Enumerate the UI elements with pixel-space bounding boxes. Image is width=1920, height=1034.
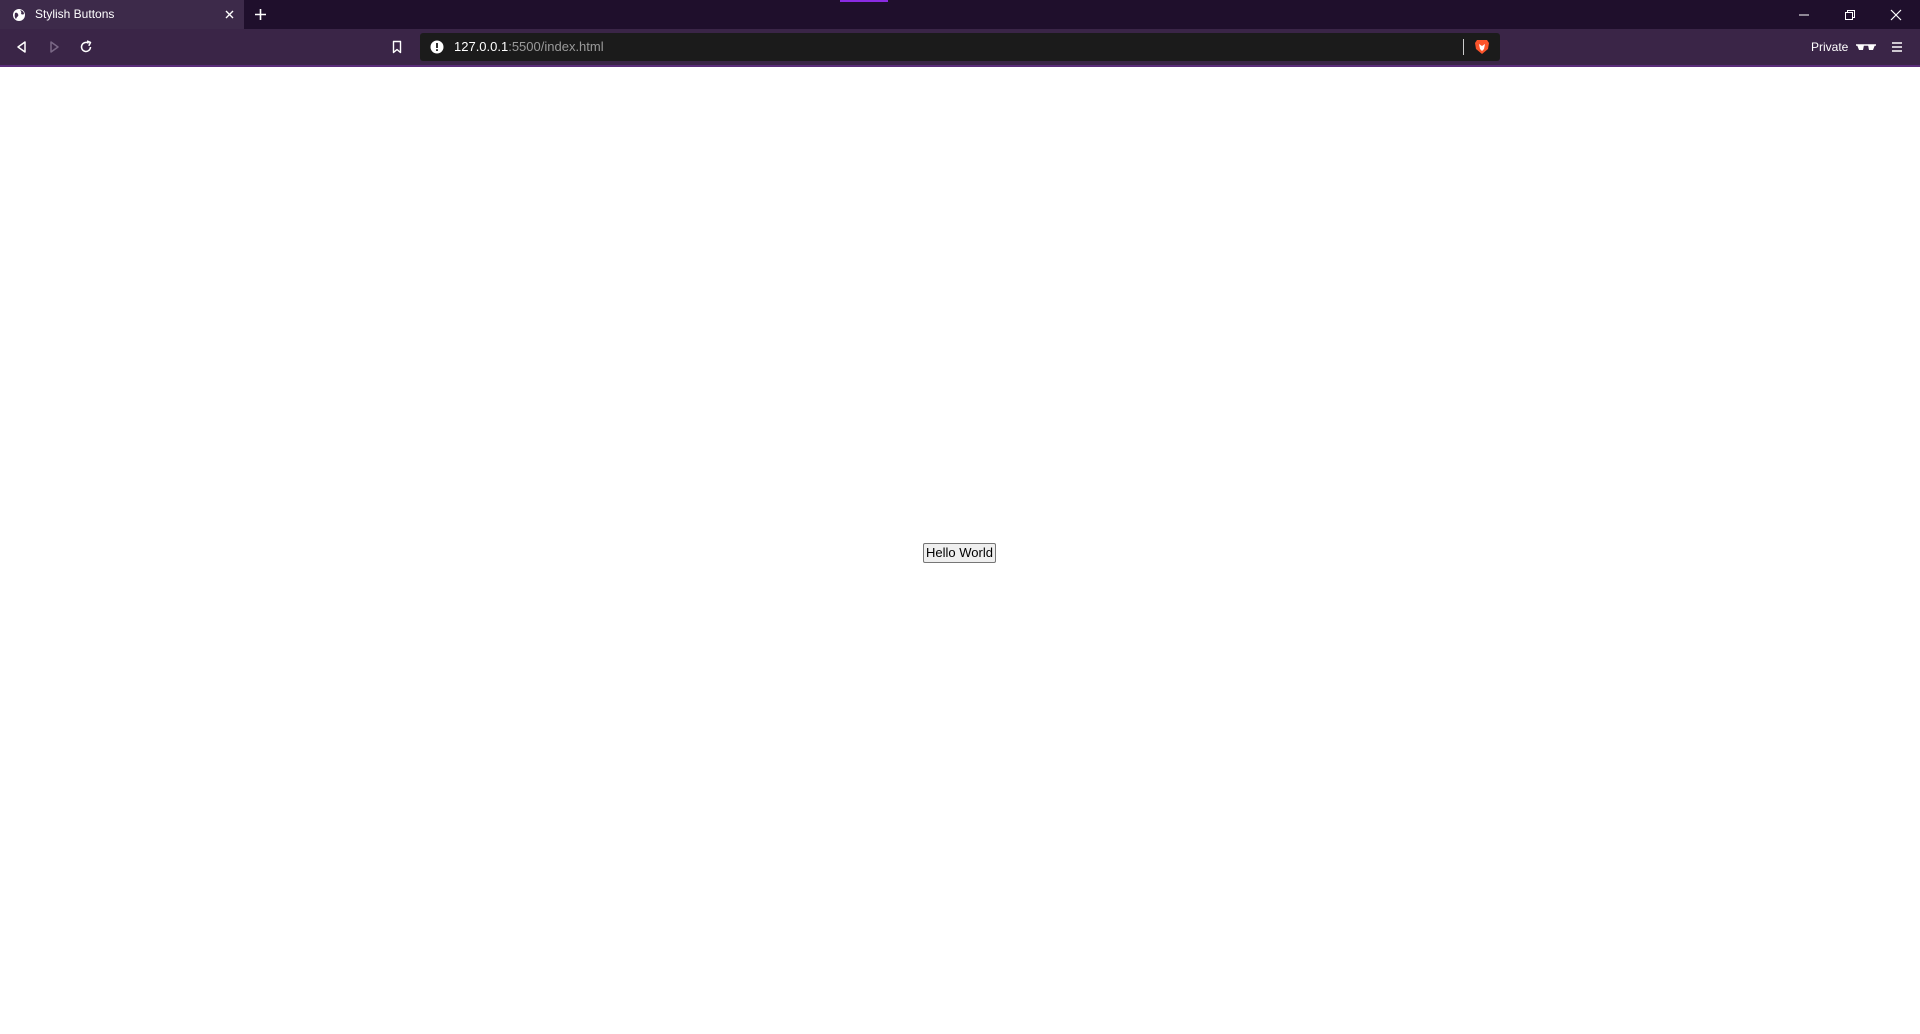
browser-window: Stylish Buttons 127.0.0.1:5500/index.htm… — [0, 0, 1920, 1034]
forward-button[interactable] — [45, 38, 63, 56]
brave-lion-icon[interactable] — [1473, 38, 1491, 56]
close-icon[interactable] — [222, 7, 237, 22]
back-button[interactable] — [13, 38, 31, 56]
back-arrow-icon — [17, 41, 26, 53]
minimize-icon — [1799, 14, 1809, 15]
url-path: :5500/index.html — [508, 39, 604, 54]
url-host: 127.0.0.1 — [454, 39, 509, 54]
info-warning-icon[interactable] — [430, 40, 444, 54]
menu-hamburger-icon[interactable] — [1890, 40, 1904, 54]
address-bar[interactable]: 127.0.0.1:5500/index.html — [420, 33, 1500, 61]
minimize-button[interactable] — [1781, 0, 1827, 29]
page-viewport: Hello World — [0, 67, 1920, 1034]
bookmark-button[interactable] — [388, 38, 406, 56]
reload-icon — [80, 40, 92, 53]
navigation-toolbar: 127.0.0.1:5500/index.html Private — [0, 29, 1920, 67]
tab-title: Stylish Buttons — [35, 7, 115, 21]
restore-button[interactable] — [1827, 0, 1873, 29]
private-mode-label: Private — [1811, 40, 1849, 54]
new-tab-plus-icon[interactable] — [253, 7, 268, 22]
window-close-icon — [1890, 9, 1902, 20]
private-glasses-icon — [1856, 44, 1876, 50]
bookmark-icon — [392, 40, 402, 54]
tab-strip: Stylish Buttons — [0, 0, 1920, 29]
globe-icon — [13, 9, 25, 21]
restore-icon — [1845, 9, 1855, 20]
url-text[interactable]: 127.0.0.1:5500/index.html — [454, 33, 604, 61]
forward-arrow-icon — [50, 41, 59, 53]
tab-strip-accent — [840, 0, 888, 2]
tab-stylish-buttons[interactable]: Stylish Buttons — [0, 0, 244, 29]
window-close-button[interactable] — [1873, 0, 1919, 29]
url-divider — [1463, 39, 1464, 55]
reload-button[interactable] — [77, 38, 95, 56]
hello-world-button[interactable]: Hello World — [923, 543, 996, 563]
